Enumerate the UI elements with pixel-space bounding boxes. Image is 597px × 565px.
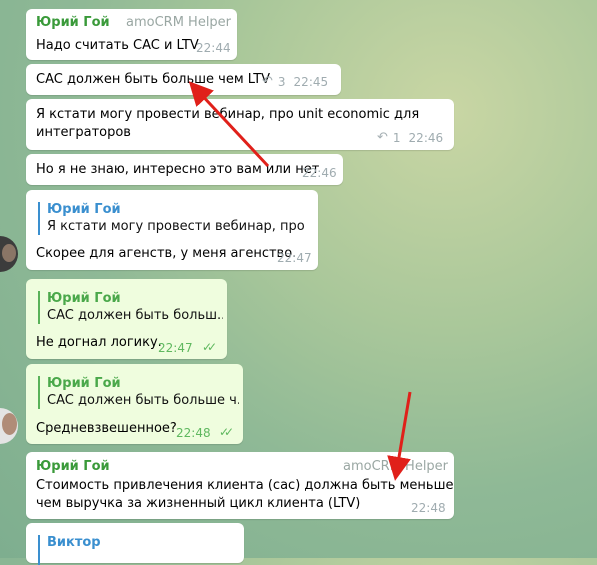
annotation-arrows (188, 81, 412, 481)
annotation-arrow (387, 391, 412, 481)
annotation-arrow (188, 81, 270, 168)
